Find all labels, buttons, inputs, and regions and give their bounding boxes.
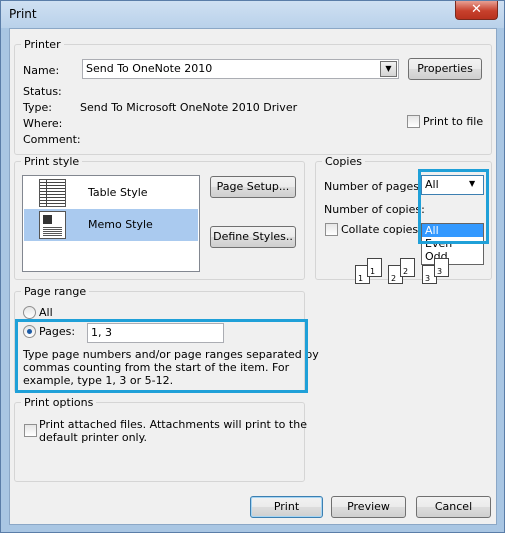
print-attached-line-1: Print attached files. Attachments will p… [39,418,307,431]
title-bar: Print ✕ [1,1,504,28]
memo-style-icon [39,211,66,239]
printer-name-value: Send To OneNote 2010 [86,62,213,75]
print-attached-line-2: default printer only. [39,431,148,444]
collate-page-icon: 2 [400,258,415,277]
collate-copies-label: Collate copies [341,223,419,236]
status-label: Status: [23,85,62,98]
style-item-label: Memo Style [88,218,153,231]
copies-group-label: Copies [322,155,365,168]
type-label: Type: [23,101,52,114]
collate-copies-checkbox[interactable] [325,223,338,236]
window-title: Print [9,7,37,21]
type-value: Send To Microsoft OneNote 2010 Driver [80,101,298,114]
print-attached-files-checkbox[interactable] [24,424,37,437]
comment-label: Comment: [23,133,81,146]
number-of-copies-label: Number of copies: [324,203,425,216]
print-dialog: Print ✕ Printer Name: Send To OneNote 20… [0,0,505,533]
preview-button[interactable]: Preview [331,496,406,518]
style-item-memo[interactable]: Memo Style [24,209,198,241]
page-range-all-radio[interactable] [23,306,36,319]
page-range-all-label: All [39,306,53,319]
page-setup-button[interactable]: Page Setup... [210,176,296,198]
printer-name-combobox[interactable]: Send To OneNote 2010 [82,59,399,79]
page-range-highlight [15,319,308,393]
print-button[interactable]: Print [250,496,323,518]
collate-page-icon: 1 [367,258,382,277]
properties-button[interactable]: Properties [408,58,482,80]
close-button[interactable]: ✕ [455,1,498,20]
style-item-table[interactable]: Table Style [24,177,198,209]
where-label: Where: [23,117,63,130]
print-style-group-label: Print style [21,155,83,168]
number-of-pages-highlight [418,169,489,244]
printer-name-label: Name: [23,64,60,77]
number-of-pages-label: Number of pages: [324,180,423,193]
cancel-button[interactable]: Cancel [416,496,491,518]
table-style-icon [39,179,66,207]
chevron-down-icon[interactable]: ▼ [380,61,397,77]
printer-group-label: Printer [21,38,64,51]
dropdown-option-odd[interactable]: Odd [422,250,483,263]
page-range-group-label: Page range [21,285,90,298]
dialog-client-area: Printer Name: Send To OneNote 2010 ▼ Pro… [9,28,497,525]
print-options-group-label: Print options [21,396,97,409]
define-styles-button[interactable]: Define Styles.. [210,226,296,248]
style-item-label: Table Style [88,186,148,199]
print-to-file-checkbox[interactable] [407,115,420,128]
print-style-list[interactable]: Table Style Memo Style [22,175,200,272]
close-icon: ✕ [471,2,482,17]
print-to-file-label: Print to file [423,115,484,128]
collate-page-icon: 3 [434,258,449,277]
